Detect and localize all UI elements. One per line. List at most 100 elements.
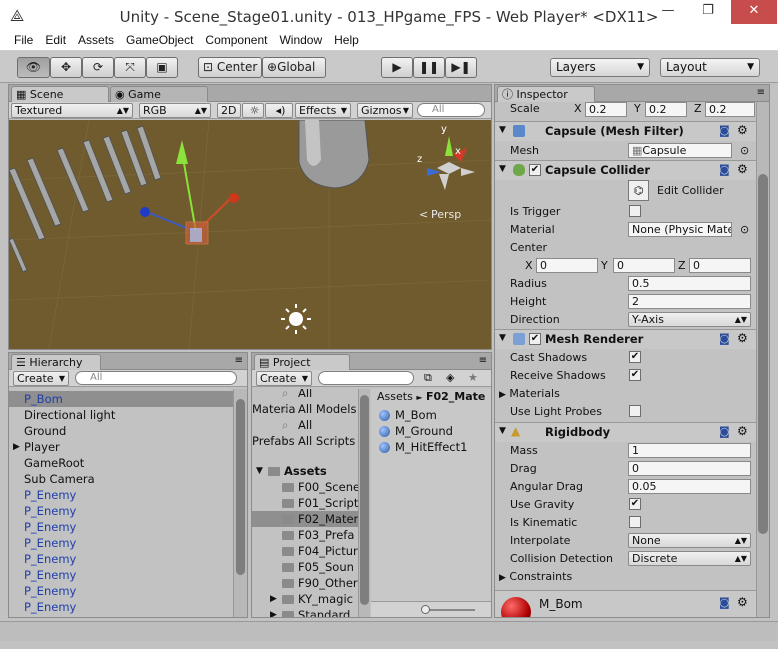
panel-menu-icon[interactable]: ≡ — [235, 355, 243, 366]
hierarchy-item-sub-camera[interactable]: Sub Camera — [9, 471, 233, 487]
use-light-probes-checkbox[interactable] — [629, 405, 641, 417]
tab-project[interactable]: ▤ Project — [254, 354, 350, 370]
menu-component[interactable]: Component — [199, 31, 273, 47]
direction-dropdown[interactable]: Y-Axis ▲▼ — [628, 312, 751, 327]
is-trigger-checkbox[interactable] — [629, 205, 641, 217]
collapse-arrow-icon[interactable]: ▼ — [256, 463, 263, 479]
menu-help[interactable]: Help — [328, 31, 365, 47]
project-tree-scrollbar[interactable] — [358, 389, 370, 617]
expand-arrow-icon[interactable]: ▶ — [270, 607, 277, 617]
audio-toggle[interactable]: ◂) — [265, 103, 293, 118]
effects-dropdown[interactable]: Effects ▼ — [295, 103, 351, 118]
object-picker-icon[interactable]: ⊙ — [740, 223, 749, 237]
cast-shadows-checkbox[interactable]: ✔ — [629, 351, 641, 363]
help-book-icon[interactable]: ◙ — [719, 596, 730, 609]
help-book-icon[interactable]: ◙ — [719, 425, 730, 438]
use-gravity-checkbox[interactable]: ✔ — [629, 498, 641, 510]
constraints-foldout[interactable]: ▶ Constraints — [499, 570, 572, 585]
folder-standard-assets[interactable]: ▶ Standard A — [252, 607, 358, 617]
asset-m-bom[interactable]: M_Bom — [371, 407, 491, 423]
mesh-filter-header[interactable]: ▼ Capsule (Mesh Filter) ◙ ⚙ — [495, 121, 757, 141]
expand-arrow-icon[interactable]: ▶ — [270, 591, 277, 607]
lighting-toggle[interactable]: ☼ — [242, 103, 264, 118]
folder-f00[interactable]: F00_Scene — [252, 479, 358, 495]
rect-tool-button[interactable]: ▣ — [146, 57, 178, 78]
hierarchy-item-p-enemy[interactable]: P_Enemy — [9, 567, 233, 583]
folder-f90[interactable]: F90_Other — [252, 575, 358, 591]
component-gear-icon[interactable]: ⚙ — [737, 331, 748, 345]
folder-f05[interactable]: F05_Soun — [252, 559, 358, 575]
hierarchy-item-p-enemy[interactable]: P_Enemy — [9, 599, 233, 615]
tab-game[interactable]: ◉ Game — [110, 86, 208, 102]
menu-file[interactable]: File — [8, 31, 39, 47]
render-mode-dropdown[interactable]: RGB ▲▼ — [139, 103, 211, 118]
object-picker-icon[interactable]: ⊙ — [740, 144, 749, 158]
pivot-center-button[interactable]: ⊡ Center — [198, 57, 262, 78]
hierarchy-item-p-enemy[interactable]: P_Enemy — [9, 519, 233, 535]
favorite-all-scripts[interactable]: ⌕ All Scripts — [252, 433, 358, 449]
menu-edit[interactable]: Edit — [39, 31, 72, 47]
hierarchy-item-p-enemy[interactable]: P_Enemy — [9, 583, 233, 599]
inspector-scroll-thumb[interactable] — [758, 174, 768, 534]
project-tree-scroll-thumb[interactable] — [360, 395, 369, 605]
tab-scene[interactable]: ▦ Scene — [11, 86, 109, 102]
layout-dropdown[interactable]: Layout ▼ — [660, 58, 760, 77]
play-button[interactable]: ▶ — [381, 57, 413, 78]
center-x-field[interactable]: 0 — [536, 258, 598, 273]
folder-f02[interactable]: F02_Mater — [252, 511, 358, 527]
menu-gameobject[interactable]: GameObject — [120, 31, 199, 47]
hierarchy-item-player[interactable]: ▶ Player — [9, 439, 233, 455]
edit-collider-button[interactable]: ⌬ — [628, 180, 649, 201]
center-y-field[interactable]: 0 — [613, 258, 675, 273]
panel-menu-icon[interactable]: ≡ — [479, 355, 487, 366]
menu-window[interactable]: Window — [273, 31, 328, 47]
slider-knob[interactable] — [421, 605, 430, 614]
favorite-star-icon[interactable]: ★ — [468, 371, 478, 384]
thumbnail-size-slider[interactable] — [425, 609, 475, 611]
collider-material-field[interactable]: None (Physic Mate — [628, 222, 732, 237]
scale-y-field[interactable]: 0.2 — [645, 102, 687, 117]
angular-drag-field[interactable]: 0.05 — [628, 479, 751, 494]
hierarchy-scrollbar[interactable] — [233, 389, 247, 617]
move-tool-button[interactable]: ✥ — [50, 57, 82, 78]
component-gear-icon[interactable]: ⚙ — [737, 595, 748, 609]
scene-viewport[interactable]: y x z < Persp — [9, 120, 491, 349]
folder-ky-magic[interactable]: ▶ KY_magic — [252, 591, 358, 607]
materials-foldout[interactable]: ▶ Materials — [499, 387, 560, 402]
maximize-button[interactable]: ❐ — [693, 0, 723, 24]
collision-detection-dropdown[interactable]: Discrete ▲▼ — [628, 551, 751, 566]
breadcrumb-root[interactable]: Assets — [377, 390, 413, 403]
mesh-renderer-header[interactable]: ▼ ✔ Mesh Renderer ◙ ⚙ — [495, 329, 757, 349]
component-gear-icon[interactable]: ⚙ — [737, 424, 748, 438]
scene-search-input[interactable]: All — [417, 103, 485, 117]
favorite-all-models[interactable]: ⌕ All Models — [252, 401, 358, 417]
mass-field[interactable]: 1 — [628, 443, 751, 458]
hierarchy-item-p-enemy[interactable]: P_Enemy — [9, 551, 233, 567]
2d-toggle[interactable]: 2D — [217, 103, 241, 118]
hierarchy-item-p-enemy[interactable]: P_Enemy — [9, 535, 233, 551]
filter-label-icon[interactable]: ◈ — [446, 371, 454, 384]
folder-f04[interactable]: F04_Pictur — [252, 543, 358, 559]
drag-field[interactable]: 0 — [628, 461, 751, 476]
hierarchy-item-ground[interactable]: Ground — [9, 423, 233, 439]
favorite-all-prefabs[interactable]: ⌕ All Prefabs — [252, 417, 358, 448]
height-field[interactable]: 2 — [628, 294, 751, 309]
tab-inspector[interactable]: ⓘ Inspector — [497, 86, 595, 102]
capsule-collider-enabled-checkbox[interactable]: ✔ — [529, 164, 541, 176]
layers-dropdown[interactable]: Layers ▼ — [550, 58, 650, 77]
shading-dropdown[interactable]: Textured ▲▼ — [11, 103, 133, 118]
project-create-dropdown[interactable]: Create ▼ — [256, 371, 312, 386]
breadcrumb-current[interactable]: F02_Mate — [426, 390, 485, 403]
is-kinematic-checkbox[interactable] — [629, 516, 641, 528]
pause-button[interactable]: ❚❚ — [413, 57, 445, 78]
pivot-global-button[interactable]: ⊕Global — [262, 57, 326, 78]
receive-shadows-checkbox[interactable]: ✔ — [629, 369, 641, 381]
menu-assets[interactable]: Assets — [72, 31, 120, 47]
assets-root-folder[interactable]: ▼ Assets — [252, 463, 358, 479]
panel-menu-icon[interactable]: ≡ — [757, 87, 765, 98]
hierarchy-scroll-thumb[interactable] — [236, 399, 245, 575]
radius-field[interactable]: 0.5 — [628, 276, 751, 291]
hierarchy-item-directional-light[interactable]: Directional light — [9, 407, 233, 423]
hierarchy-search-input[interactable]: All — [75, 371, 237, 385]
interpolate-dropdown[interactable]: None ▲▼ — [628, 533, 751, 548]
